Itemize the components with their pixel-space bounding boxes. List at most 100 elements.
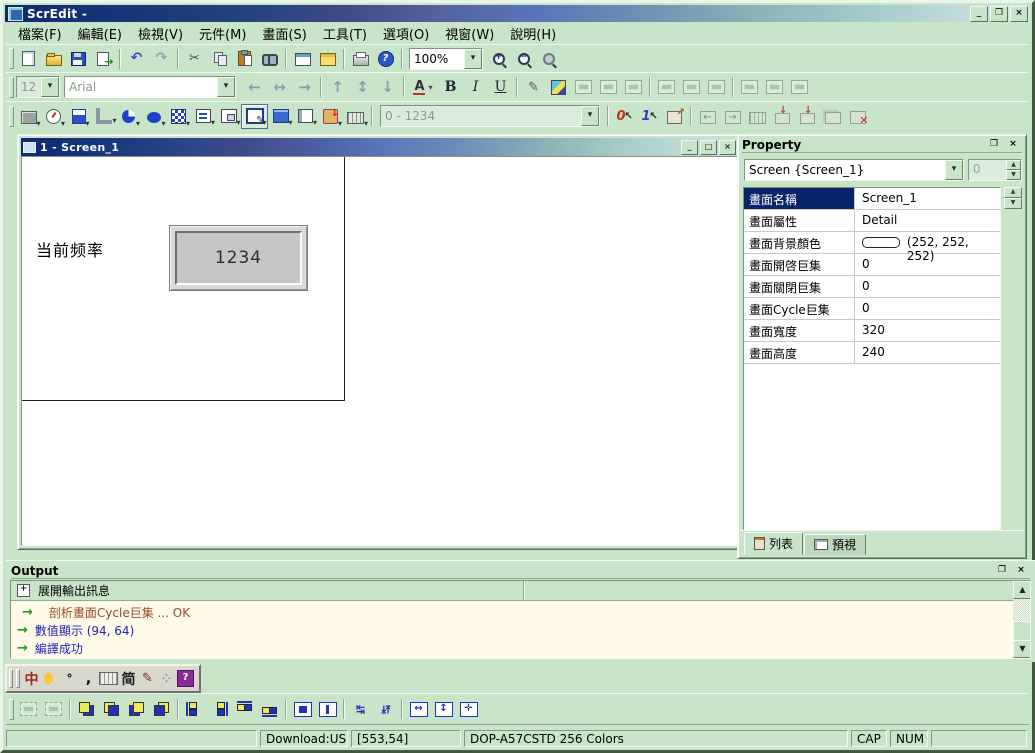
screen-close-button[interactable]: × xyxy=(719,140,736,155)
punctuation-degree-button[interactable]: ° xyxy=(61,669,78,688)
zoom-tool-button[interactable] xyxy=(536,47,561,70)
toolbar-grip[interactable] xyxy=(9,106,14,127)
scrollbar-thumb[interactable] xyxy=(1013,621,1031,641)
table-row[interactable]: 畫面寬度 320 xyxy=(744,320,1000,342)
table-row[interactable]: 畫面開啓巨集 0 xyxy=(744,254,1000,276)
keypad-element-button[interactable] xyxy=(343,105,368,128)
menu-view[interactable]: 檢視(V) xyxy=(130,22,191,45)
chevron-down-icon[interactable] xyxy=(41,77,59,97)
column-separator[interactable] xyxy=(523,581,524,600)
tab-preview[interactable]: 預視 xyxy=(804,534,866,555)
space-down-button[interactable]: ↹ xyxy=(373,698,398,721)
screen-element-button[interactable] xyxy=(216,105,241,128)
state-1-select-button[interactable]: 1 xyxy=(637,105,662,128)
restore-button[interactable]: ❐ xyxy=(990,6,1008,22)
spin-down-icon[interactable]: ▼ xyxy=(1004,198,1022,209)
save-button[interactable] xyxy=(66,47,91,70)
state-center-button[interactable] xyxy=(679,76,704,99)
paste-button[interactable] xyxy=(232,47,257,70)
property-value[interactable]: 0 xyxy=(855,254,1000,275)
download-screen-button[interactable] xyxy=(770,105,795,128)
copy-screen-button[interactable] xyxy=(820,105,845,128)
menu-screen[interactable]: 畫面(S) xyxy=(254,22,314,45)
align-left-button[interactable] xyxy=(182,698,207,721)
undo-button[interactable] xyxy=(124,47,149,70)
full-half-moon-button[interactable] xyxy=(42,669,59,688)
italic-button[interactable]: I xyxy=(463,76,488,99)
new-screen-button[interactable] xyxy=(290,47,315,70)
open-button[interactable] xyxy=(41,47,66,70)
numeric-display-element-button[interactable] xyxy=(241,104,268,129)
underline-button[interactable]: U xyxy=(488,76,513,99)
build-keypad-button[interactable] xyxy=(745,105,770,128)
property-float-button[interactable]: ❐ xyxy=(987,139,1001,151)
property-label[interactable]: 畫面高度 xyxy=(744,342,855,363)
property-label[interactable]: 畫面名稱 xyxy=(744,188,855,209)
toolbar-grip[interactable] xyxy=(9,77,14,98)
center-horizontal-button[interactable] xyxy=(290,698,315,721)
screen-maximize-button[interactable]: □ xyxy=(700,140,717,155)
cut-button[interactable] xyxy=(182,47,207,70)
expand-plus-icon[interactable]: + xyxy=(17,584,30,597)
simplified-button[interactable]: 简 xyxy=(120,669,137,688)
menu-options[interactable]: 選項(O) xyxy=(375,22,437,45)
pie-element-button[interactable] xyxy=(116,105,141,128)
property-value[interactable]: 0 xyxy=(855,298,1000,319)
pattern-element-button[interactable] xyxy=(166,105,191,128)
flip-horizontal-button[interactable] xyxy=(737,76,762,99)
property-value[interactable]: 320 xyxy=(855,320,1000,341)
space-across-button[interactable]: ↹ xyxy=(348,698,373,721)
help-button[interactable] xyxy=(373,47,398,70)
toolbar-grip[interactable] xyxy=(9,48,14,69)
rotate-button[interactable] xyxy=(787,76,812,99)
scroll-down-icon[interactable]: ▼ xyxy=(1013,640,1031,658)
output-close-button[interactable]: × xyxy=(1014,565,1028,577)
frame-select-button[interactable] xyxy=(571,76,596,99)
spin-up-icon[interactable]: ▲ xyxy=(1006,160,1021,170)
same-width-button[interactable]: ↔ xyxy=(406,698,431,721)
spin-up-icon[interactable]: ▲ xyxy=(1004,187,1022,198)
property-value[interactable]: Detail xyxy=(855,210,1000,231)
align-text-top-button[interactable]: ↑ xyxy=(325,76,350,99)
state-spinner[interactable]: 0 ▲ ▼ xyxy=(968,159,1022,181)
open-screen-button[interactable] xyxy=(315,47,340,70)
send-to-back-button[interactable] xyxy=(99,698,124,721)
element-list-combo[interactable]: 0 - 1234 xyxy=(380,105,600,127)
output-message[interactable]: → 編譯成功 xyxy=(11,639,1013,657)
align-text-middle-button[interactable]: ↕ xyxy=(350,76,375,99)
color-swatch[interactable] xyxy=(862,237,900,248)
align-text-left-button[interactable]: ← xyxy=(242,76,267,99)
chevron-down-icon[interactable] xyxy=(464,49,482,69)
align-right-button[interactable] xyxy=(207,698,232,721)
tab-list[interactable]: 列表 xyxy=(744,532,803,555)
button-element-button[interactable] xyxy=(16,105,41,128)
property-value[interactable]: 0 xyxy=(855,276,1000,297)
property-label[interactable]: 畫面關閉巨集 xyxy=(744,276,855,297)
delete-screen-button[interactable] xyxy=(845,105,870,128)
menu-window[interactable]: 視窗(W) xyxy=(437,22,502,45)
input-element-button[interactable] xyxy=(191,105,216,128)
property-label[interactable]: 畫面寬度 xyxy=(744,320,855,341)
zoom-out-button[interactable] xyxy=(511,47,536,70)
send-backward-button[interactable] xyxy=(149,698,174,721)
zoom-in-button[interactable] xyxy=(486,47,511,70)
alarm-element-button[interactable] xyxy=(318,105,343,128)
minimize-button[interactable]: _ xyxy=(970,6,988,22)
font-name-combo[interactable]: Arial xyxy=(64,76,236,98)
prev-screen-button[interactable] xyxy=(695,105,720,128)
chevron-down-icon[interactable] xyxy=(945,160,963,180)
align-top-button[interactable] xyxy=(232,698,257,721)
property-label[interactable]: 畫面屬性 xyxy=(744,210,855,231)
property-target-combo[interactable]: Screen {Screen_1} xyxy=(744,159,964,181)
state-prev-button[interactable] xyxy=(654,76,679,99)
print-button[interactable] xyxy=(348,47,373,70)
property-close-button[interactable]: × xyxy=(1006,139,1020,151)
align-bottom-button[interactable] xyxy=(257,698,282,721)
menu-edit[interactable]: 編輯(E) xyxy=(70,22,130,45)
property-value[interactable]: (252, 252, 252) xyxy=(855,232,1000,253)
align-text-right-button[interactable]: → xyxy=(292,76,317,99)
element-property-button[interactable] xyxy=(662,105,687,128)
property-value[interactable]: 240 xyxy=(855,342,1000,363)
same-size-button[interactable]: ✛ xyxy=(456,698,481,721)
soft-keyboard-button[interactable] xyxy=(99,669,118,688)
